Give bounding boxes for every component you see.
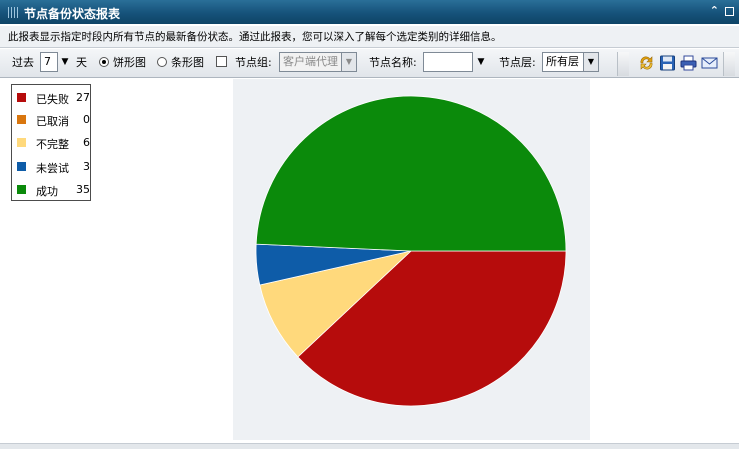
window-bottom-border (0, 443, 739, 449)
legend-value: 3 (83, 160, 90, 173)
node-name-label: 节点名称: (369, 56, 417, 69)
node-group-checkbox[interactable] (216, 56, 227, 67)
collapse-icon[interactable]: ⌃ (710, 4, 719, 17)
chevron-down-icon[interactable]: ▼ (583, 53, 598, 71)
node-group-label: 节点组: (235, 56, 272, 69)
legend-value: 35 (76, 183, 90, 196)
drag-grip-icon[interactable] (8, 7, 18, 18)
email-icon[interactable] (701, 55, 718, 71)
node-name-dropdown-icon[interactable]: ▼ (474, 52, 488, 72)
days-input[interactable]: 7 (40, 52, 58, 72)
legend-item: 已取消 0 (12, 112, 92, 128)
pie-chart-radio[interactable] (99, 57, 109, 67)
chart-legend: 已失败 27 已取消 0 不完整 6 未尝试 3 成功 35 (11, 84, 91, 201)
days-dropdown-icon[interactable]: ▼ (58, 52, 72, 72)
legend-swatch (17, 185, 26, 194)
save-icon[interactable] (659, 55, 676, 71)
legend-swatch (17, 162, 26, 171)
node-group-value: 客户端代理 (283, 55, 338, 68)
pie-chart-label: 饼形图 (113, 56, 146, 69)
pie-slice-5[interactable] (255, 95, 567, 252)
node-layer-value: 所有层 (546, 55, 579, 68)
legend-item: 不完整 6 (12, 135, 92, 151)
legend-label: 不完整 (36, 138, 69, 151)
days-value: 7 (44, 55, 51, 68)
node-group-select[interactable]: 客户端代理 ▼ (279, 52, 357, 72)
toolbar-end-separator (723, 52, 735, 76)
legend-item: 成功 35 (12, 182, 92, 198)
window-title: 节点备份状态报表 (24, 7, 121, 21)
node-layer-select[interactable]: 所有层 ▼ (542, 52, 599, 72)
refresh-icon[interactable] (638, 55, 655, 71)
legend-label: 成功 (36, 185, 58, 198)
legend-value: 27 (76, 91, 90, 104)
legend-label: 已失败 (36, 93, 69, 106)
legend-label: 未尝试 (36, 162, 69, 175)
legend-value: 6 (83, 136, 90, 149)
past-label: 过去 (12, 56, 34, 69)
filter-toolbar: 过去 7 ▼ 天 饼形图 条形图 节点组: 客户端代理 ▼ 节点名称: ▼ 节点… (0, 49, 739, 78)
days-unit-label: 天 (76, 56, 87, 69)
node-name-input[interactable] (423, 52, 473, 72)
legend-swatch (17, 93, 26, 102)
pie-chart (255, 95, 567, 407)
title-bar: 节点备份状态报表 ⌃ (0, 0, 739, 24)
legend-swatch (17, 115, 26, 124)
toolbar-separator (617, 52, 629, 76)
legend-item: 已失败 27 (12, 90, 92, 106)
restore-icon[interactable] (725, 7, 734, 16)
print-icon[interactable] (680, 55, 697, 71)
node-layer-label: 节点层: (499, 56, 536, 69)
legend-item: 未尝试 3 (12, 159, 92, 175)
legend-label: 已取消 (36, 115, 69, 128)
bar-chart-label: 条形图 (171, 56, 204, 69)
legend-value: 0 (83, 113, 90, 126)
chevron-down-icon[interactable]: ▼ (341, 53, 356, 71)
legend-swatch (17, 138, 26, 147)
bar-chart-radio[interactable] (157, 57, 167, 67)
report-description: 此报表显示指定时段内所有节点的最新备份状态。通过此报表，您可以深入了解每个选定类… (0, 26, 739, 48)
